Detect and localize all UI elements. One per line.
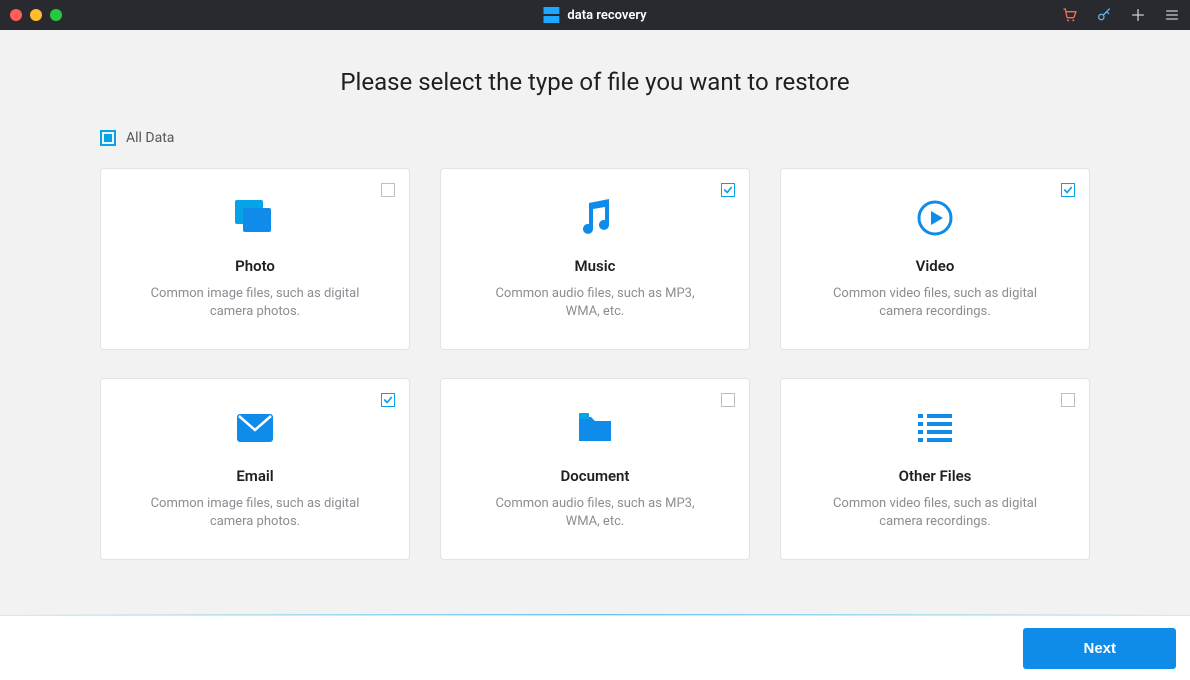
titlebar: data recovery — [0, 0, 1190, 30]
card-desc: Common video files, such as digital came… — [799, 495, 1071, 531]
menu-icon[interactable] — [1164, 7, 1180, 23]
card-title: Photo — [235, 257, 275, 275]
card-desc: Common audio files, such as MP3, WMA, et… — [459, 495, 731, 531]
card-desc: Common audio files, such as MP3, WMA, et… — [459, 285, 731, 321]
card-checkbox-document[interactable] — [721, 393, 735, 407]
cart-icon[interactable] — [1062, 7, 1078, 23]
card-title: Video — [916, 257, 955, 275]
email-icon — [237, 403, 273, 453]
plus-icon[interactable] — [1130, 7, 1146, 23]
card-title: Email — [236, 467, 273, 485]
music-icon — [577, 193, 613, 243]
card-checkbox-photo[interactable] — [381, 183, 395, 197]
all-data-checkbox[interactable] — [100, 130, 116, 146]
card-checkbox-music[interactable] — [721, 183, 735, 197]
key-icon[interactable] — [1096, 7, 1112, 23]
window-controls — [10, 9, 62, 21]
card-desc: Common video files, such as digital came… — [799, 285, 1071, 321]
file-type-grid: Photo Common image files, such as digita… — [100, 168, 1090, 560]
main-content: Please select the type of file you want … — [0, 30, 1190, 615]
card-checkbox-video[interactable] — [1061, 183, 1075, 197]
all-data-label: All Data — [126, 130, 174, 146]
list-icon — [918, 403, 952, 453]
page-title: Please select the type of file you want … — [340, 68, 849, 96]
card-title: Music — [575, 257, 616, 275]
footer-bar: Next — [0, 615, 1190, 680]
card-other[interactable]: Other Files Common video files, such as … — [780, 378, 1090, 560]
card-photo[interactable]: Photo Common image files, such as digita… — [100, 168, 410, 350]
card-email[interactable]: Email Common image files, such as digita… — [100, 378, 410, 560]
card-checkbox-email[interactable] — [381, 393, 395, 407]
window-close-button[interactable] — [10, 9, 22, 21]
card-video[interactable]: Video Common video files, such as digita… — [780, 168, 1090, 350]
app-title: data recovery — [543, 7, 646, 23]
window-maximize-button[interactable] — [50, 9, 62, 21]
card-desc: Common image files, such as digital came… — [119, 285, 391, 321]
app-name-label: data recovery — [567, 8, 646, 23]
card-desc: Common image files, such as digital came… — [119, 495, 391, 531]
window-minimize-button[interactable] — [30, 9, 42, 21]
titlebar-actions — [1062, 7, 1180, 23]
card-checkbox-other[interactable] — [1061, 393, 1075, 407]
card-music[interactable]: Music Common audio files, such as MP3, W… — [440, 168, 750, 350]
card-title: Document — [561, 467, 630, 485]
video-icon — [916, 193, 954, 243]
card-document[interactable]: Document Common audio files, such as MP3… — [440, 378, 750, 560]
card-title: Other Files — [899, 467, 972, 485]
next-button[interactable]: Next — [1023, 628, 1176, 669]
all-data-row[interactable]: All Data — [100, 130, 1090, 146]
photo-icon — [235, 193, 275, 243]
app-logo-icon — [543, 7, 559, 23]
document-icon — [577, 403, 613, 453]
